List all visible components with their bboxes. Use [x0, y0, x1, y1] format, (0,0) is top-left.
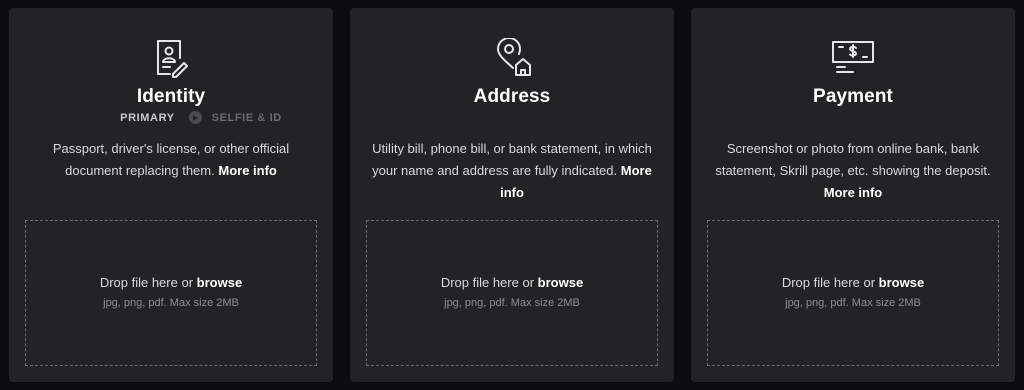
drop-line: Drop file here or browse [367, 275, 657, 290]
more-info-link[interactable]: More info [218, 163, 277, 178]
more-info-link[interactable]: More info [824, 185, 883, 200]
drop-text: Drop file here or [781, 275, 876, 290]
drop-line: Drop file here or browse [708, 275, 998, 290]
drop-text: Drop file here or [440, 275, 535, 290]
file-hint: jpg, png, pdf. Max size 2MB [103, 297, 239, 309]
chevron-right-icon [188, 111, 202, 124]
card-description: Screenshot or photo from online bank, ba… [711, 138, 995, 204]
step-selfie-id[interactable]: SELFIE & ID [212, 112, 282, 124]
payment-card: Payment Screenshot or photo from online … [691, 8, 1015, 382]
card-title: Payment [813, 86, 893, 107]
drop-line: Drop file here or browse [26, 275, 316, 290]
verification-cards: Identity PRIMARY SELFIE & ID Passport, d… [0, 0, 1024, 390]
id-card-icon [149, 36, 193, 80]
location-home-icon [490, 36, 534, 80]
drop-text: Drop file here or [99, 275, 194, 290]
file-drop-zone[interactable]: Drop file here or browse jpg, png, pdf. … [366, 220, 658, 366]
browse-link[interactable]: browse [197, 275, 243, 290]
browse-link[interactable]: browse [538, 275, 584, 290]
file-hint: jpg, png, pdf. Max size 2MB [444, 297, 580, 309]
file-drop-zone[interactable]: Drop file here or browse jpg, png, pdf. … [25, 220, 317, 366]
card-title: Identity [136, 86, 206, 107]
description-text: Utility bill, phone bill, or bank statem… [372, 141, 652, 178]
step-primary[interactable]: PRIMARY [120, 112, 175, 124]
step-indicator: PRIMARY SELFIE & ID [9, 111, 333, 124]
description-text: Screenshot or photo from online bank, ba… [715, 141, 991, 178]
file-drop-zone[interactable]: Drop file here or browse jpg, png, pdf. … [707, 220, 999, 366]
identity-card: Identity PRIMARY SELFIE & ID Passport, d… [9, 8, 333, 382]
card-title: Address [473, 86, 551, 107]
card-description: Utility bill, phone bill, or bank statem… [370, 138, 654, 204]
file-hint: jpg, png, pdf. Max size 2MB [785, 297, 921, 309]
browse-link[interactable]: browse [879, 275, 925, 290]
card-description: Passport, driver's license, or other off… [29, 138, 313, 182]
payment-card-icon [831, 36, 875, 80]
address-card: Address Utility bill, phone bill, or ban… [350, 8, 674, 382]
